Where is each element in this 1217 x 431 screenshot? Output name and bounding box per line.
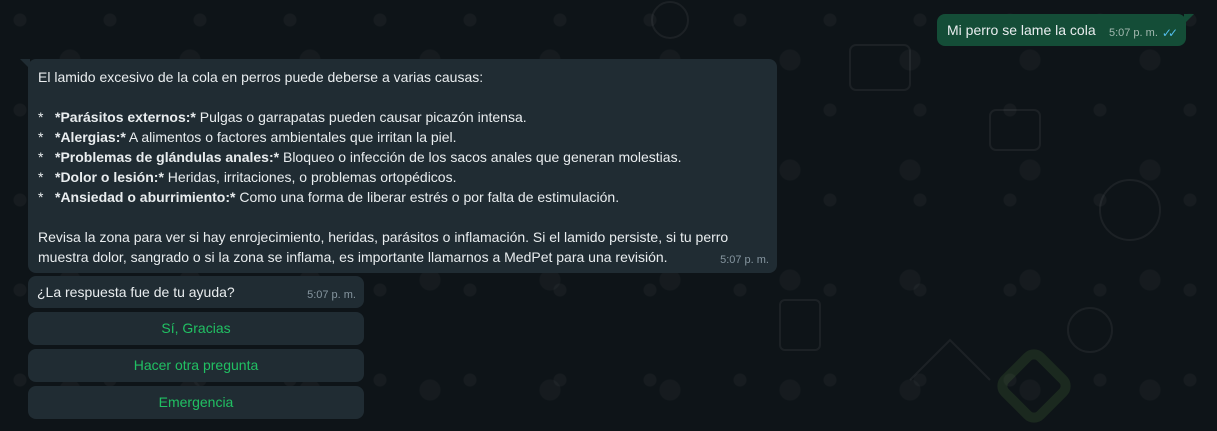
question-text: ¿La respuesta fue de tu ayuda? (37, 284, 235, 300)
message-time: 5:07 p. m. (307, 289, 356, 301)
bubble-tail (20, 59, 30, 69)
bubble-tail (1184, 14, 1194, 24)
outgoing-message: Mi perro se lame la cola 5:07 p. m. ✓✓ (937, 14, 1194, 46)
message-text: Mi perro se lame la cola (947, 22, 1096, 38)
incoming-message-answer: El lamido excesivo de la cola en perros … (20, 59, 777, 273)
list-item: * *Parásitos externos:* Pulgas o garrapa… (38, 109, 527, 125)
list-item: * *Alergias:* A alimentos o factores amb… (38, 129, 457, 145)
double-check-icon: ✓✓ (1161, 26, 1178, 40)
message-time: 5:07 p. m. (720, 254, 769, 266)
list-item: * *Dolor o lesión:* Heridas, irritacione… (38, 169, 457, 185)
list-item: * *Ansiedad o aburrimiento:* Como una fo… (38, 189, 620, 205)
answer-outro: Revisa la zona para ver si hay enrojecim… (38, 229, 729, 265)
incoming-message-question: ¿La respuesta fue de tu ayuda? 5:07 p. m… (28, 276, 364, 308)
answer-intro: El lamido excesivo de la cola en perros … (38, 69, 484, 85)
ask-another-question-button[interactable]: Hacer otra pregunta (28, 349, 364, 382)
list-item: * *Problemas de glándulas anales:* Bloqu… (38, 149, 682, 165)
message-meta: 5:07 p. m. ✓✓ (1108, 23, 1178, 43)
emergency-button[interactable]: Emergencia (28, 386, 364, 419)
yes-thanks-button[interactable]: Sí, Gracias (28, 312, 364, 345)
message-time: 5:07 p. m. (1108, 27, 1158, 39)
